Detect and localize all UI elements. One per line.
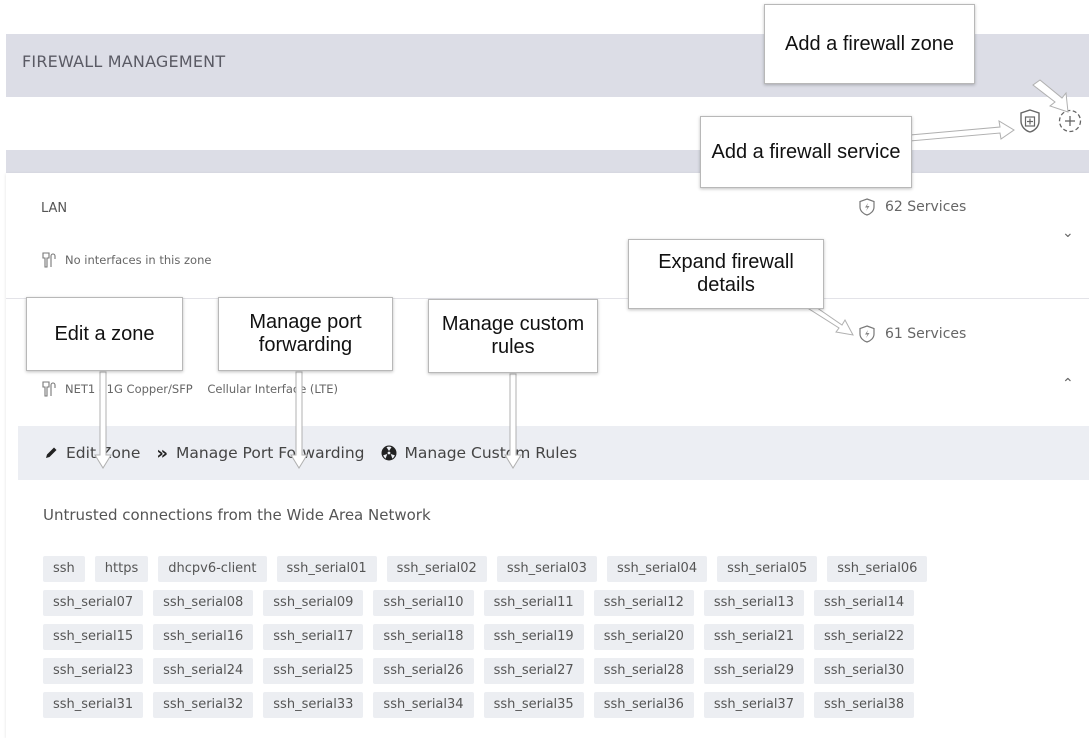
zone-name: LAN [41, 201, 68, 216]
service-tag: ssh_serial18 [373, 624, 474, 650]
page-title: FIREWALL MANAGEMENT [22, 52, 226, 71]
collapse-chevron-up-icon[interactable]: ⌃ [1062, 376, 1074, 392]
edit-zone-label: Edit Zone [66, 444, 141, 462]
custom-rules-label: Manage Custom Rules [404, 444, 578, 462]
service-tag: ssh_serial34 [373, 692, 474, 718]
service-tag: ssh_serial28 [593, 658, 694, 684]
service-tag: ssh_serial35 [483, 692, 584, 718]
port-forwarding-label: Manage Port Forwarding [176, 444, 365, 462]
service-tag: ssh_serial15 [43, 624, 144, 650]
service-tags: ssh https dhcpv6-client ssh_serial01 ssh_ser… [43, 556, 1023, 718]
service-tag: ssh_serial27 [483, 658, 584, 684]
edit-zone-button[interactable]: Edit Zone [44, 444, 140, 462]
service-tag: ssh_serial19 [483, 624, 584, 650]
service-tag: ssh_serial37 [703, 692, 804, 718]
zone-services[interactable]: 61 Services [859, 325, 966, 343]
service-tag: ssh_serial16 [153, 624, 254, 650]
service-tag: ssh_serial33 [263, 692, 364, 718]
callout-add-zone: Add a firewall zone [764, 4, 975, 84]
service-tag: ssh_serial12 [593, 590, 694, 616]
pencil-icon [46, 447, 57, 458]
double-chevron-right-icon: » [156, 442, 169, 464]
service-tag: ssh_serial30 [813, 658, 915, 684]
callout-custom-rules: Manage custom rules [428, 299, 598, 373]
toolbar [6, 97, 1089, 150]
shield-plus-icon [1020, 109, 1040, 133]
zone-interfaces-text: No interfaces in this zone [65, 253, 212, 267]
service-tag: ssh_serial10 [373, 590, 474, 616]
zone-interfaces: NET1 - 1G Copper/SFP Cellular Interface … [41, 380, 338, 398]
service-tag: ssh_serial11 [483, 590, 584, 616]
service-tag: ssh_serial05 [717, 556, 818, 582]
service-tag: https [94, 556, 149, 582]
zone-interfaces: No interfaces in this zone [41, 251, 211, 269]
network-port-icon [42, 381, 56, 397]
manage-port-forwarding-button[interactable]: » Manage Port Forwarding [156, 443, 364, 464]
service-tag: ssh_serial09 [263, 590, 364, 616]
zone-services[interactable]: 62 Services [859, 198, 966, 216]
shield-icon [859, 198, 875, 216]
zone-description: Untrusted connections from the Wide Area… [43, 506, 431, 524]
service-tag: ssh_serial31 [43, 692, 144, 718]
add-service-button[interactable] [1018, 109, 1042, 133]
service-tag: ssh_serial07 [43, 590, 144, 616]
zone-services-count: 61 Services [885, 326, 967, 342]
zone-interfaces-text: NET1 - 1G Copper/SFP Cellular Interface … [65, 382, 339, 396]
service-tag: ssh_serial23 [43, 658, 144, 684]
service-tag: ssh_serial26 [373, 658, 474, 684]
radiation-icon [381, 445, 396, 461]
service-tag: ssh_serial32 [153, 692, 254, 718]
service-tag: ssh_serial14 [813, 590, 915, 616]
service-tag: ssh_serial20 [593, 624, 694, 650]
service-tag: ssh_serial25 [263, 658, 364, 684]
manage-custom-rules-button[interactable]: Manage Custom Rules [381, 444, 578, 462]
callout-edit-zone: Edit a zone [26, 297, 183, 371]
service-tag: ssh_serial22 [813, 624, 915, 650]
service-tag: ssh_serial13 [703, 590, 804, 616]
service-tag: ssh_serial04 [606, 556, 708, 582]
service-tag: ssh_serial29 [703, 658, 804, 684]
service-tag: ssh_serial01 [276, 556, 377, 582]
callout-expand: Expand firewall details [628, 239, 824, 309]
service-tag: ssh_serial24 [153, 658, 254, 684]
service-tag: ssh_serial36 [593, 692, 694, 718]
service-tag: ssh_serial02 [386, 556, 487, 582]
service-tag: dhcpv6-client [158, 556, 267, 582]
service-tag: ssh [43, 556, 85, 582]
expand-chevron-down-icon[interactable]: ⌄ [1062, 225, 1074, 241]
service-tag: ssh_serial38 [813, 692, 915, 718]
service-tag: ssh_serial17 [263, 624, 364, 650]
service-tag: ssh_serial08 [153, 590, 254, 616]
service-tag: ssh_serial03 [496, 556, 597, 582]
zone-action-bar: Edit Zone » Manage Port Forwarding Manag… [18, 426, 1089, 480]
zone-services-count: 62 Services [885, 199, 967, 215]
service-tag: ssh_serial21 [703, 624, 804, 650]
plus-circle-icon [1058, 109, 1082, 133]
shield-icon [859, 325, 875, 343]
service-tag: ssh_serial06 [827, 556, 928, 582]
add-zone-button[interactable] [1058, 109, 1082, 133]
network-port-icon [42, 252, 56, 268]
callout-port-forwarding: Manage port forwarding [218, 297, 393, 371]
callout-add-service: Add a firewall service [700, 116, 912, 188]
